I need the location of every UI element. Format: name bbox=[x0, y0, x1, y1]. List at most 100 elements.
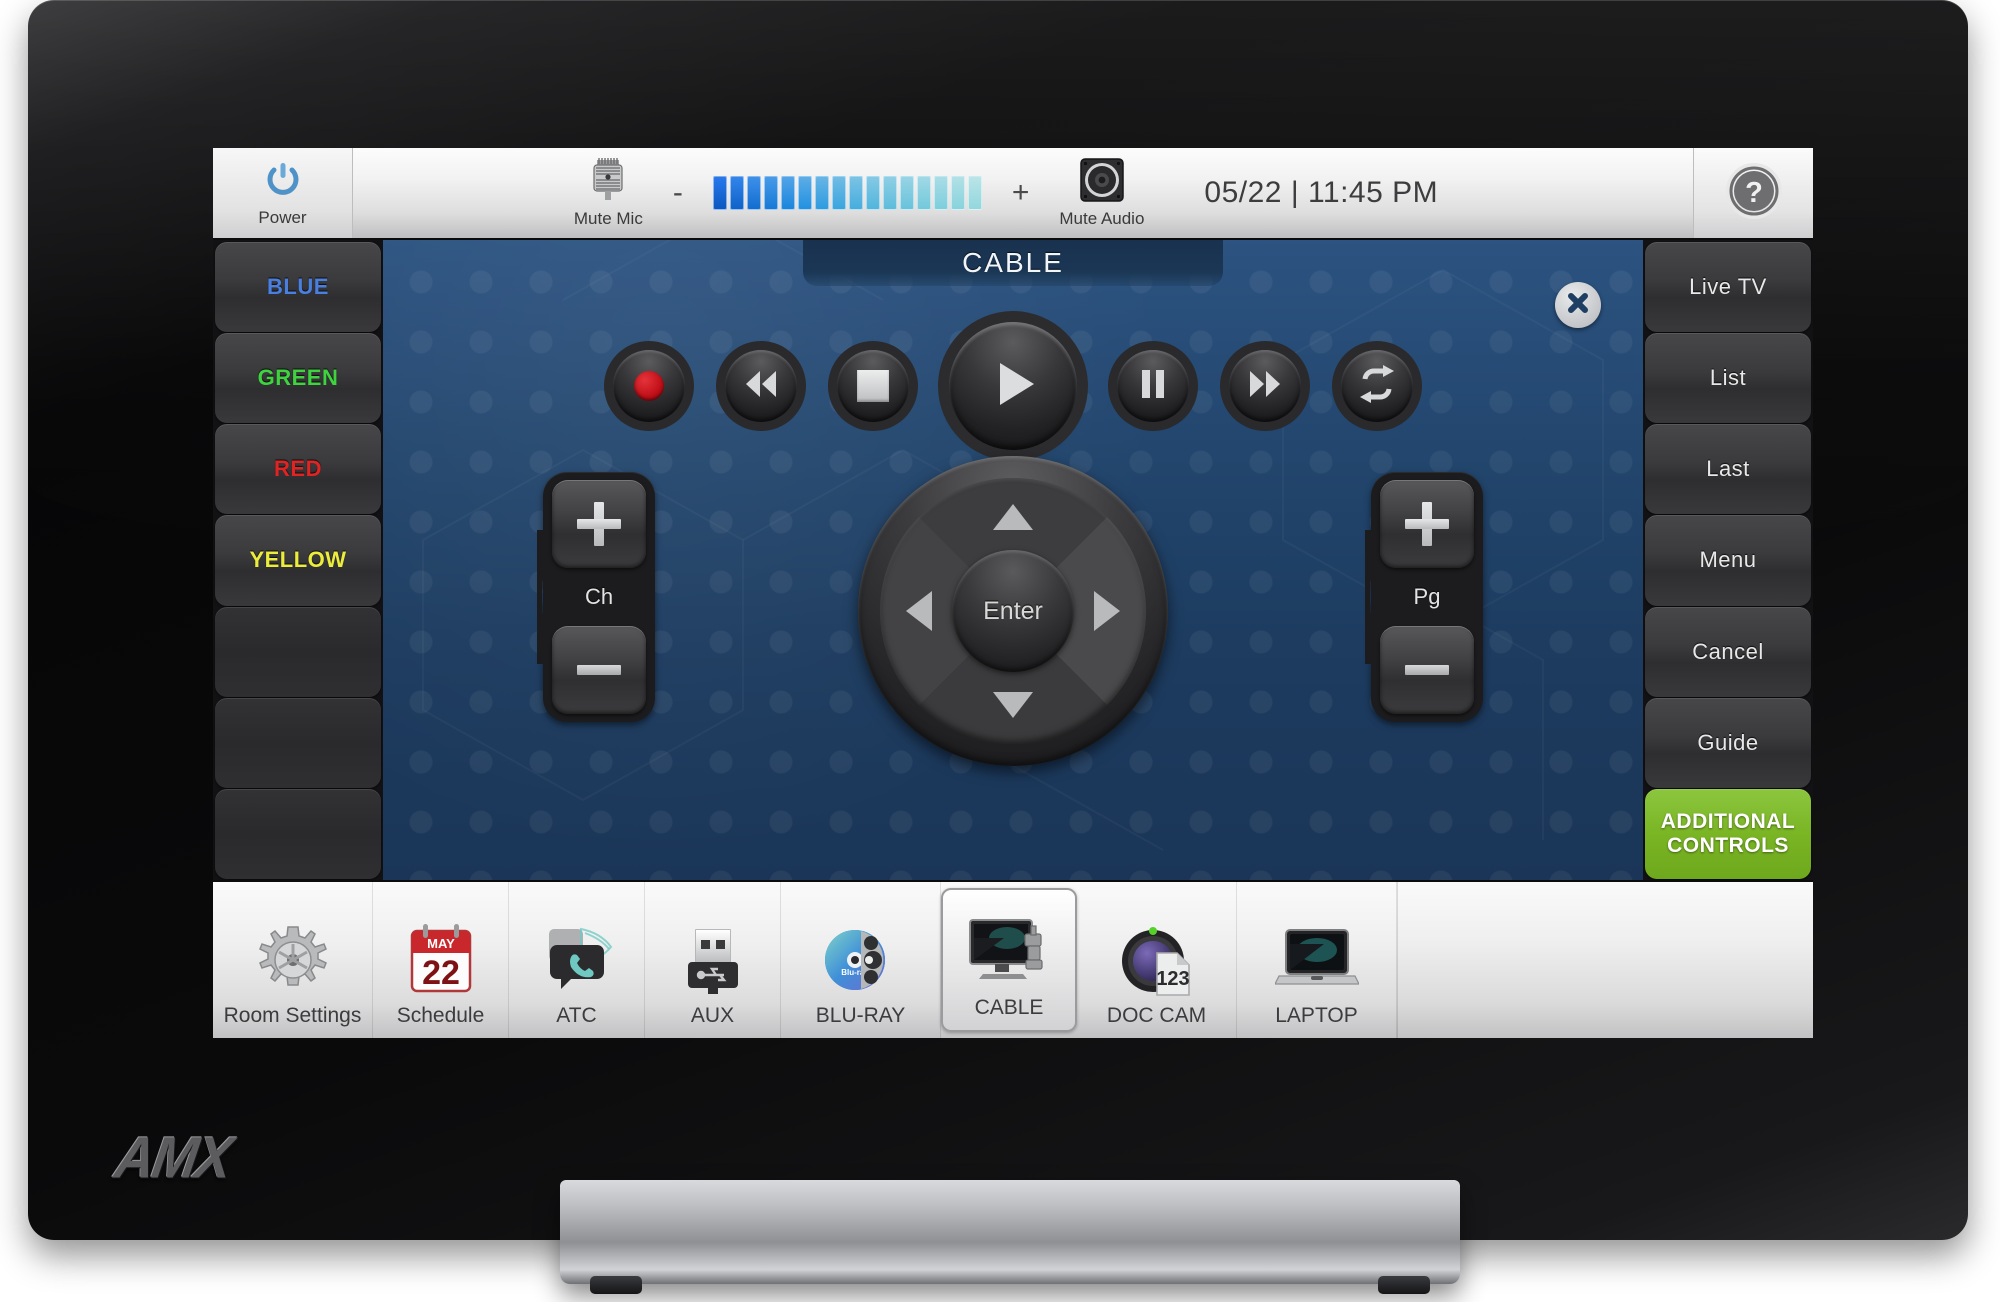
left-sidebar-button-blank-4[interactable] bbox=[215, 606, 381, 697]
left-sidebar-button-blank-5[interactable] bbox=[215, 697, 381, 788]
right-sidebar-button-last[interactable]: Last bbox=[1645, 424, 1811, 515]
tv-icon bbox=[966, 912, 1052, 992]
touch-screen: Power Mute Mic - + Mute Audio 05/22 | 11… bbox=[213, 148, 1813, 1038]
channel-down-button[interactable] bbox=[552, 626, 646, 714]
right-sidebar-button-label: Menu bbox=[1699, 547, 1757, 573]
source-button-aux[interactable]: AUX bbox=[645, 882, 781, 1038]
volume-segment[interactable] bbox=[899, 176, 914, 210]
svg-text:MAY: MAY bbox=[427, 936, 455, 951]
play-button[interactable] bbox=[949, 322, 1077, 450]
volume-segment[interactable] bbox=[712, 176, 727, 210]
dpad-left-button[interactable] bbox=[906, 591, 932, 631]
volume-segment[interactable] bbox=[780, 176, 795, 210]
left-sidebar-button-label: RED bbox=[274, 456, 322, 482]
source-button-label: CABLE bbox=[974, 996, 1044, 1019]
left-sidebar-button-green[interactable]: GREEN bbox=[215, 333, 381, 424]
gear-icon bbox=[250, 920, 336, 1000]
mute-mic-button[interactable]: Mute Mic bbox=[574, 157, 643, 229]
left-sidebar-button-yellow[interactable]: YELLOW bbox=[215, 515, 381, 606]
speaker-icon bbox=[1079, 157, 1125, 208]
svg-text:123: 123 bbox=[1156, 968, 1189, 990]
minus-icon bbox=[577, 665, 621, 675]
fast-forward-button[interactable] bbox=[1229, 350, 1301, 422]
right-sidebar-button-live-tv[interactable]: Live TV bbox=[1645, 242, 1811, 333]
play-icon bbox=[984, 355, 1042, 418]
left-sidebar-button-label: GREEN bbox=[257, 365, 339, 391]
volume-segment[interactable] bbox=[746, 176, 761, 210]
dpad-down-button[interactable] bbox=[993, 692, 1033, 718]
minus-icon bbox=[1405, 665, 1449, 675]
source-button-label: DOC CAM bbox=[1106, 1004, 1207, 1027]
microphone-icon bbox=[586, 157, 630, 208]
additional-controls-button[interactable]: ADDITIONAL CONTROLS bbox=[1645, 788, 1811, 879]
plus-icon bbox=[577, 502, 621, 546]
source-button-atc[interactable]: ATC bbox=[509, 882, 645, 1038]
right-sidebar-button-guide[interactable]: Guide bbox=[1645, 697, 1811, 788]
dpad-up-button[interactable] bbox=[993, 504, 1033, 530]
record-button[interactable] bbox=[613, 350, 685, 422]
volume-segment[interactable] bbox=[729, 176, 744, 210]
volume-segment[interactable] bbox=[882, 176, 897, 210]
source-button-label: ATC bbox=[556, 1004, 597, 1027]
volume-segment[interactable] bbox=[950, 176, 965, 210]
status-bar-center: Mute Mic - + Mute Audio 05/22 | 11:45 PM bbox=[353, 148, 1693, 238]
right-sidebar-button-menu[interactable]: Menu bbox=[1645, 515, 1811, 606]
repeat-icon bbox=[1356, 364, 1398, 408]
source-button-blu-ray[interactable]: Blu-ray BLU-RAY bbox=[781, 882, 941, 1038]
channel-rocker-label: Ch bbox=[584, 584, 614, 609]
left-sidebar-button-blue[interactable]: BLUE bbox=[215, 242, 381, 333]
left-sidebar-button-label: BLUE bbox=[267, 274, 329, 300]
pause-button[interactable] bbox=[1117, 350, 1189, 422]
bluray-disc-icon: Blu-ray bbox=[818, 920, 904, 1000]
volume-level-bar[interactable] bbox=[712, 176, 982, 210]
volume-segment[interactable] bbox=[865, 176, 880, 210]
source-button-laptop[interactable]: LAPTOP bbox=[1237, 882, 1397, 1038]
date-time-display: 05/22 | 11:45 PM bbox=[1204, 176, 1439, 209]
main-area: BLUE GREEN RED YELLOW CABLE Ch Enter Pg … bbox=[213, 240, 1813, 880]
source-button-doc-cam[interactable]: 123 DOC CAM bbox=[1077, 882, 1237, 1038]
stop-button[interactable] bbox=[837, 350, 909, 422]
page-down-button[interactable] bbox=[1380, 626, 1474, 714]
stand-foot-left bbox=[590, 1276, 642, 1294]
volume-segment[interactable] bbox=[763, 176, 778, 210]
rewind-icon bbox=[742, 369, 780, 404]
navigation-dpad: Enter bbox=[858, 456, 1168, 766]
usb-icon bbox=[670, 920, 756, 1000]
right-sidebar-button-cancel[interactable]: Cancel bbox=[1645, 606, 1811, 697]
volume-up-button[interactable]: + bbox=[1008, 178, 1034, 208]
repeat-button[interactable] bbox=[1341, 350, 1413, 422]
volume-segment[interactable] bbox=[933, 176, 948, 210]
volume-segment[interactable] bbox=[797, 176, 812, 210]
volume-down-button[interactable]: - bbox=[669, 178, 687, 208]
dpad-enter-button[interactable]: Enter bbox=[952, 550, 1074, 672]
phone-icon bbox=[534, 920, 620, 1000]
source-button-cable[interactable]: CABLE bbox=[941, 888, 1077, 1032]
left-sidebar-button-red[interactable]: RED bbox=[215, 424, 381, 515]
left-sidebar-button-blank-6[interactable] bbox=[215, 788, 381, 879]
document-camera-icon: 123 bbox=[1114, 920, 1200, 1000]
source-button-room-settings[interactable]: Room Settings bbox=[213, 882, 373, 1038]
right-sidebar-button-label: Live TV bbox=[1689, 274, 1767, 300]
amx-touch-panel-device: Power Mute Mic - + Mute Audio 05/22 | 11… bbox=[28, 0, 1968, 1240]
source-button-schedule[interactable]: MAY 22 Schedule bbox=[373, 882, 509, 1038]
help-button[interactable]: ? bbox=[1693, 148, 1813, 238]
transport-controls bbox=[613, 322, 1413, 450]
status-bar: Power Mute Mic - + Mute Audio 05/22 | 11… bbox=[213, 148, 1813, 240]
right-sidebar-button-list[interactable]: List bbox=[1645, 333, 1811, 424]
volume-segment[interactable] bbox=[967, 176, 982, 210]
mute-audio-button[interactable]: Mute Audio bbox=[1059, 157, 1144, 229]
pause-icon bbox=[1138, 368, 1168, 405]
laptop-icon bbox=[1274, 920, 1360, 1000]
volume-segment[interactable] bbox=[814, 176, 829, 210]
source-button-label: LAPTOP bbox=[1275, 1004, 1358, 1027]
volume-segment[interactable] bbox=[831, 176, 846, 210]
dpad-right-button[interactable] bbox=[1094, 591, 1120, 631]
volume-segment[interactable] bbox=[916, 176, 931, 210]
svg-text:?: ? bbox=[1745, 177, 1763, 209]
channel-up-button[interactable] bbox=[552, 480, 646, 568]
volume-segment[interactable] bbox=[848, 176, 863, 210]
power-button[interactable]: Power bbox=[213, 148, 353, 238]
close-button[interactable] bbox=[1555, 282, 1601, 328]
page-up-button[interactable] bbox=[1380, 480, 1474, 568]
rewind-button[interactable] bbox=[725, 350, 797, 422]
